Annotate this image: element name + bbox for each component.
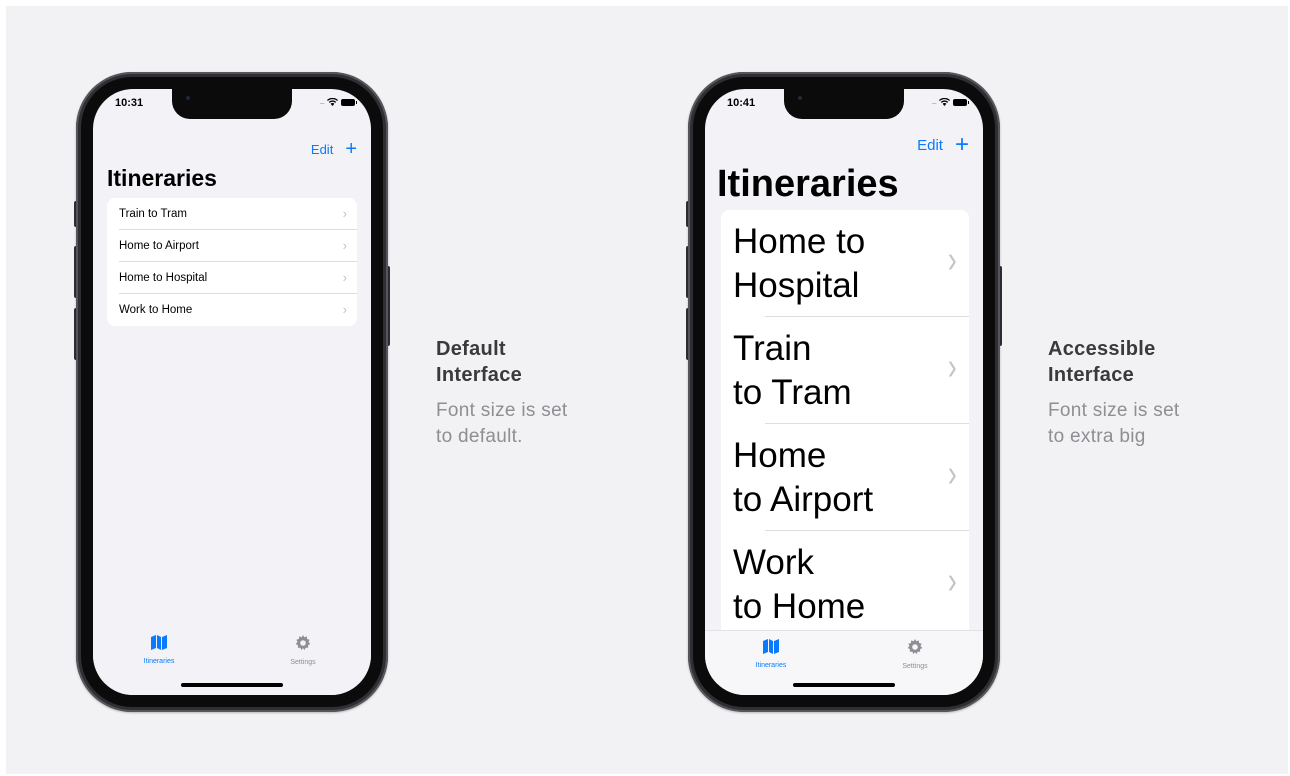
presentation-canvas: 10:31 ..... Edit + Itineraries Train to … — [6, 6, 1288, 774]
notch — [784, 89, 904, 119]
list-item-label: Work to Home — [119, 304, 193, 316]
label-line: to Airport — [733, 479, 874, 519]
chevron-right-icon: › — [948, 453, 958, 495]
phone-default: 10:31 ..... Edit + Itineraries Train to … — [76, 72, 388, 712]
status-icons: ..... — [319, 98, 357, 106]
status-time: 10:41 — [727, 97, 756, 109]
tab-settings[interactable]: Settings — [875, 639, 955, 670]
edit-button[interactable]: Edit — [311, 142, 333, 157]
battery-icon — [341, 98, 357, 106]
caption-heading-line: Default — [436, 338, 506, 360]
label-line: Home — [733, 435, 827, 475]
add-button[interactable]: + — [955, 133, 969, 157]
caption-heading-line: Accessible — [1048, 338, 1156, 360]
map-icon — [151, 635, 167, 650]
label-line: to Tram — [733, 372, 852, 412]
list-item-label: Train to Tram — [721, 327, 933, 415]
caption-description-line: to default. — [436, 426, 523, 447]
caption-heading-line: Interface — [436, 364, 523, 386]
tab-itineraries[interactable]: Itineraries — [731, 639, 811, 669]
caption-default: Default Interface Font size is set to de… — [436, 336, 636, 450]
tab-label: Settings — [902, 663, 928, 670]
nav-bar: Edit + — [917, 133, 969, 157]
list-item-label: Home to Hospital — [119, 272, 208, 284]
home-indicator — [793, 683, 895, 687]
tab-bar: Itineraries Settings — [705, 630, 983, 695]
camera — [186, 96, 190, 100]
itinerary-list: Train to Tram › Home to Airport › Home t… — [107, 198, 357, 326]
page-title: Itineraries — [717, 163, 899, 205]
caption-description: Font size is set to default. — [436, 398, 636, 450]
chevron-right-icon: › — [342, 302, 347, 317]
label-line: Home to — [733, 221, 866, 261]
itinerary-list: Home to Hospital › Train to Tram › Home … — [721, 210, 969, 638]
list-item[interactable]: Work to Home › — [721, 531, 969, 638]
status-time: 10:31 — [115, 97, 144, 109]
page-title: Itineraries — [107, 165, 217, 191]
phone-accessible: 10:41 ..... Edit + Itineraries Home to H — [688, 72, 1000, 712]
caption-accessible: Accessible Interface Font size is set to… — [1048, 336, 1248, 450]
list-item[interactable]: Home to Hospital › — [721, 210, 969, 317]
label-line: Work — [733, 542, 815, 582]
wifi-icon — [327, 98, 338, 106]
battery-icon — [953, 98, 969, 106]
tab-label: Itineraries — [755, 662, 787, 669]
tab-label: Itineraries — [143, 658, 175, 665]
list-item-label: Home to Airport — [119, 240, 199, 252]
tab-settings[interactable]: Settings — [263, 635, 343, 666]
caption-description: Font size is set to extra big — [1048, 398, 1248, 450]
phone-bezel: 10:41 ..... Edit + Itineraries Home to H — [693, 77, 995, 707]
label-line: to Home — [733, 586, 866, 626]
chevron-right-icon: › — [948, 346, 958, 388]
screen-default: 10:31 ..... Edit + Itineraries Train to … — [93, 89, 371, 695]
list-item-label: Home to Hospital — [721, 220, 933, 308]
status-icons: ..... — [931, 98, 969, 106]
chevron-right-icon: › — [342, 238, 347, 253]
phone-bezel: 10:31 ..... Edit + Itineraries Train to … — [81, 77, 383, 707]
caption-description-line: Font size is set — [1048, 400, 1180, 421]
chevron-right-icon: › — [342, 206, 347, 221]
caption-description-line: Font size is set — [436, 400, 568, 421]
list-item[interactable]: Work to Home › — [107, 294, 357, 326]
camera — [798, 96, 802, 100]
list-item-label: Train to Tram — [119, 208, 187, 220]
tab-bar: Itineraries Settings — [93, 627, 371, 695]
list-item[interactable]: Home to Airport › — [721, 424, 969, 531]
home-indicator — [181, 683, 283, 687]
chevron-right-icon: › — [948, 239, 958, 281]
notch — [172, 89, 292, 119]
list-item-label: Home to Airport — [721, 434, 933, 522]
list-item[interactable]: Train to Tram › — [107, 198, 357, 230]
nav-bar: Edit + — [311, 139, 357, 159]
list-item[interactable]: Train to Tram › — [721, 317, 969, 424]
tab-label: Settings — [290, 659, 316, 666]
screen-accessible: 10:41 ..... Edit + Itineraries Home to H — [705, 89, 983, 695]
edit-button[interactable]: Edit — [917, 137, 943, 154]
label-line: Train — [733, 328, 812, 368]
list-item[interactable]: Home to Hospital › — [107, 262, 357, 294]
label-line: Hospital — [733, 265, 860, 305]
gear-icon — [907, 639, 923, 655]
caption-description-line: to extra big — [1048, 426, 1146, 447]
signal-icon: ..... — [931, 98, 937, 106]
add-button[interactable]: + — [345, 139, 357, 159]
caption-heading: Default Interface — [436, 336, 636, 388]
caption-heading-line: Interface — [1048, 364, 1135, 386]
caption-heading: Accessible Interface — [1048, 336, 1248, 388]
signal-icon: ..... — [319, 98, 325, 106]
chevron-right-icon: › — [948, 560, 958, 602]
tab-itineraries[interactable]: Itineraries — [119, 635, 199, 665]
list-item[interactable]: Home to Airport › — [107, 230, 357, 262]
list-item-label: Work to Home — [721, 541, 933, 629]
chevron-right-icon: › — [342, 270, 347, 285]
wifi-icon — [939, 98, 950, 106]
gear-icon — [295, 635, 311, 651]
map-icon — [763, 639, 779, 654]
